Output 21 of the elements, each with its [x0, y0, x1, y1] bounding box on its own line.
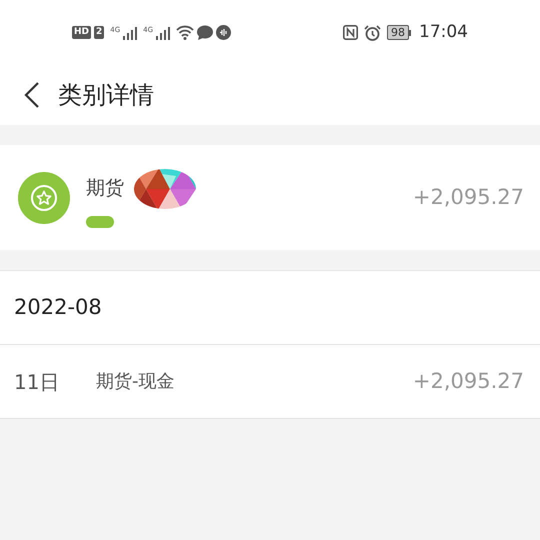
mosaic-sticker-drawing	[134, 168, 196, 210]
month-heading: 2022-08	[14, 294, 102, 321]
clock-time: 17:04	[419, 20, 468, 44]
hd-badge: HD	[72, 26, 92, 39]
audio-wave-icon	[216, 25, 232, 40]
total-amount: +2,095.27	[412, 184, 524, 211]
signal-icon	[156, 26, 170, 40]
alarm-clock-icon	[364, 24, 381, 40]
back-icon[interactable]	[24, 82, 40, 108]
sim-badge: 2	[94, 26, 104, 39]
entry-day: 11日	[14, 366, 96, 396]
category-name: 期货	[86, 176, 124, 202]
entry-amount: +2,095.27	[412, 368, 524, 395]
page-title: 类别详情	[58, 80, 154, 111]
entry-label: 期货-现金	[96, 370, 174, 394]
star-badge-icon	[18, 172, 70, 224]
nfc-icon	[343, 25, 358, 40]
battery-indicator: 98	[387, 25, 411, 40]
wifi-icon	[176, 25, 194, 40]
chat-bubble-icon	[197, 25, 214, 40]
signal-icon	[123, 26, 138, 40]
